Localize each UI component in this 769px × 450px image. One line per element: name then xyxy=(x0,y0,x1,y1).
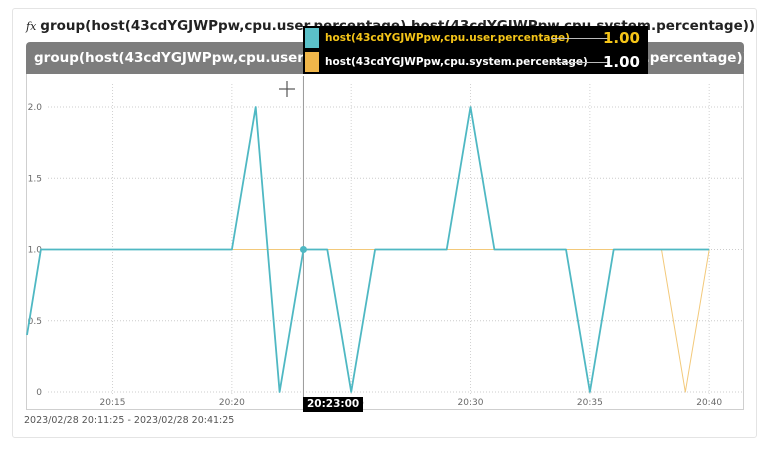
x-tick-label: 20:30 xyxy=(458,398,484,408)
grid-lines xyxy=(48,84,743,396)
tooltip-row: host(43cdYGJWPpw,cpu.user.percentage) 1.… xyxy=(303,26,648,50)
axis-ticks: 00.51.01.52.020:1520:2020:2520:3020:3520… xyxy=(28,103,723,408)
tooltip-divider xyxy=(551,38,609,39)
series-lines xyxy=(26,106,710,393)
y-tick-label: 0 xyxy=(36,388,42,398)
hover-tooltip: host(43cdYGJWPpw,cpu.user.percentage) 1.… xyxy=(303,26,648,74)
tooltip-series-value: 1.00 xyxy=(602,53,640,71)
x-tick-label: 20:20 xyxy=(219,398,245,408)
tooltip-series-name: host(43cdYGJWPpw,cpu.user.percentage) xyxy=(325,32,570,44)
crosshair-cursor-icon xyxy=(279,81,295,97)
series-color-swatch xyxy=(305,28,319,48)
tooltip-series-value: 1.00 xyxy=(602,29,640,47)
series-color-swatch xyxy=(305,52,319,72)
tooltip-divider xyxy=(551,62,609,63)
crosshair-time-label: 20:23:00 xyxy=(303,397,364,412)
tooltip-series-name: host(43cdYGJWPpw,cpu.system.percentage) xyxy=(325,56,588,68)
time-range-label: 2023/02/28 20:11:25 - 2023/02/28 20:41:2… xyxy=(24,415,235,426)
hover-point-marker xyxy=(299,246,307,253)
y-tick-label: 1.5 xyxy=(28,174,42,184)
y-tick-label: 2.0 xyxy=(28,103,43,113)
x-tick-label: 20:35 xyxy=(577,398,603,408)
x-tick-label: 20:40 xyxy=(696,398,722,408)
tooltip-row: host(43cdYGJWPpw,cpu.system.percentage) … xyxy=(303,50,648,74)
x-tick-label: 20:15 xyxy=(100,398,126,408)
